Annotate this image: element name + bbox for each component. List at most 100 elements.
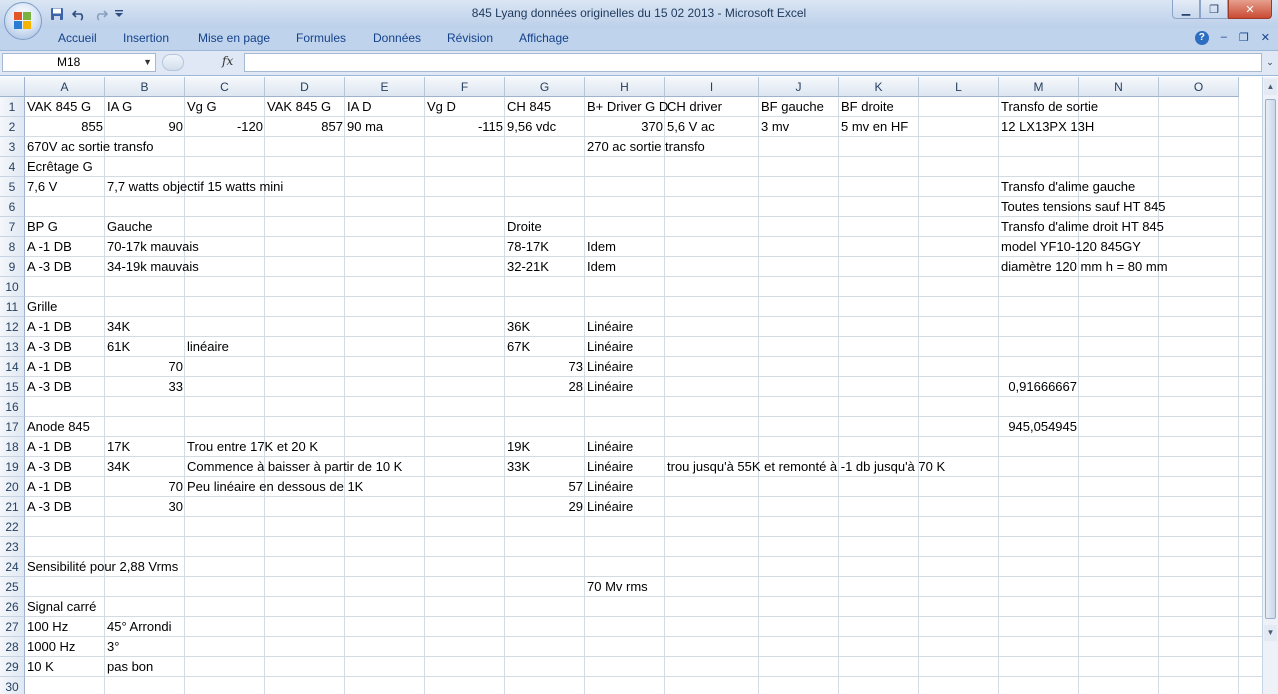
cell-b8[interactable]: 70-17k mauvais [105,237,201,257]
cell-a27[interactable]: 100 Hz [25,617,70,637]
cell-a14[interactable]: A -1 DB [25,357,74,377]
row-header-2[interactable]: 2 [0,117,25,137]
row-header-10[interactable]: 10 [0,277,25,297]
cell-k2[interactable]: 5 mv en HF [839,117,910,137]
column-header-m[interactable]: M [999,77,1079,97]
cell-i19[interactable]: trou jusqu'à 55K et remonté à -1 db jusq… [665,457,947,477]
cell-m1[interactable]: Transfo de sortie [999,97,1100,117]
cell-c13[interactable]: linéaire [185,337,231,357]
cell-a8[interactable]: A -1 DB [25,237,74,257]
cell-b21[interactable]: 30 [105,497,185,517]
column-header-k[interactable]: K [839,77,919,97]
cell-g9[interactable]: 32-21K [505,257,551,277]
column-header-a[interactable]: A [25,77,105,97]
column-header-o[interactable]: O [1159,77,1239,97]
cell-g15[interactable]: 28 [505,377,585,397]
column-header-h[interactable]: H [585,77,665,97]
vertical-scrollbar[interactable]: ▲ ▼ [1262,77,1278,694]
column-header-i[interactable]: I [665,77,759,97]
formula-bar-splitter[interactable] [162,54,184,71]
row-header-14[interactable]: 14 [0,357,25,377]
cell-a26[interactable]: Signal carré [25,597,98,617]
cell-g21[interactable]: 29 [505,497,585,517]
row-header-11[interactable]: 11 [0,297,25,317]
tab-donnees[interactable]: Données [373,31,421,45]
row-header-24[interactable]: 24 [0,557,25,577]
cell-h1[interactable]: B+ Driver G D [585,97,670,117]
cell-b15[interactable]: 33 [105,377,185,397]
row-header-20[interactable]: 20 [0,477,25,497]
column-header-c[interactable]: C [185,77,265,97]
cell-a5[interactable]: 7,6 V [25,177,59,197]
cell-m6[interactable]: Toutes tensions sauf HT 845 [999,197,1168,217]
cell-a20[interactable]: A -1 DB [25,477,74,497]
row-header-1[interactable]: 1 [0,97,25,117]
row-header-9[interactable]: 9 [0,257,25,277]
row-header-3[interactable]: 3 [0,137,25,157]
row-header-29[interactable]: 29 [0,657,25,677]
chevron-down-icon[interactable]: ▼ [143,54,152,71]
tab-accueil[interactable]: Accueil [58,31,97,45]
row-header-27[interactable]: 27 [0,617,25,637]
cell-m8[interactable]: model YF10-120 845GY [999,237,1143,257]
column-header-b[interactable]: B [105,77,185,97]
row-header-18[interactable]: 18 [0,437,25,457]
cell-b2[interactable]: 90 [105,117,185,137]
doc-close-button[interactable]: ✕ [1261,31,1270,45]
help-icon[interactable]: ? [1194,31,1209,45]
cell-b13[interactable]: 61K [105,337,132,357]
cell-k1[interactable]: BF droite [839,97,896,117]
column-header-d[interactable]: D [265,77,345,97]
row-header-8[interactable]: 8 [0,237,25,257]
row-header-19[interactable]: 19 [0,457,25,477]
row-header-30[interactable]: 30 [0,677,25,694]
cell-c20[interactable]: Peu linéaire en dessous de 1K [185,477,365,497]
row-header-15[interactable]: 15 [0,377,25,397]
cell-h9[interactable]: Idem [585,257,618,277]
row-header-16[interactable]: 16 [0,397,25,417]
doc-minimize-button[interactable]: – [1221,31,1227,45]
cell-h8[interactable]: Idem [585,237,618,257]
cell-a7[interactable]: BP G [25,217,60,237]
row-header-26[interactable]: 26 [0,597,25,617]
cell-h25[interactable]: 70 Mv rms [585,577,650,597]
office-button[interactable] [4,2,42,40]
row-header-22[interactable]: 22 [0,517,25,537]
tab-mise-en-page[interactable]: Mise en page [198,31,270,45]
cell-g20[interactable]: 57 [505,477,585,497]
spreadsheet-grid[interactable]: A B C D E F G H I J K L M N O 1 2 3 4 5 6 7 8 9 10 11 12 13 14 15 16 17… [0,77,1262,694]
cell-a17[interactable]: Anode 845 [25,417,92,437]
cell-c18[interactable]: Trou entre 17K et 20 K [185,437,320,457]
cell-m7[interactable]: Transfo d'alime droit HT 845 [999,217,1166,237]
row-header-13[interactable]: 13 [0,337,25,357]
scroll-up-icon[interactable]: ▲ [1264,79,1277,95]
cell-a15[interactable]: A -3 DB [25,377,74,397]
select-all-corner[interactable] [0,77,25,97]
cell-a12[interactable]: A -1 DB [25,317,74,337]
cell-i2[interactable]: 5,6 V ac [665,117,717,137]
cell-h15[interactable]: Linéaire [585,377,635,397]
cell-h13[interactable]: Linéaire [585,337,635,357]
cell-a9[interactable]: A -3 DB [25,257,74,277]
cell-h3[interactable]: 270 ac sortie transfo [585,137,707,157]
close-button[interactable]: ✕ [1228,0,1272,19]
cell-e1[interactable]: IA D [345,97,374,117]
cell-g2[interactable]: 9,56 vdc [505,117,558,137]
cell-a29[interactable]: 10 K [25,657,56,677]
cell-g1[interactable]: CH 845 [505,97,553,117]
cell-i1[interactable]: CH driver [665,97,724,117]
cell-a18[interactable]: A -1 DB [25,437,74,457]
column-header-g[interactable]: G [505,77,585,97]
cell-h2[interactable]: 370 [585,117,665,137]
cell-h14[interactable]: Linéaire [585,357,635,377]
cell-g8[interactable]: 78-17K [505,237,551,257]
cell-m2[interactable]: 12 LX13PX 13H [999,117,1096,137]
cell-d2[interactable]: 857 [265,117,345,137]
minimize-button[interactable]: ▁ [1172,0,1200,19]
column-header-j[interactable]: J [759,77,839,97]
cell-a21[interactable]: A -3 DB [25,497,74,517]
scrollbar-thumb[interactable] [1265,99,1276,619]
cell-m9[interactable]: diamètre 120 mm h = 80 mm [999,257,1170,277]
cell-h21[interactable]: Linéaire [585,497,635,517]
cell-b19[interactable]: 34K [105,457,132,477]
